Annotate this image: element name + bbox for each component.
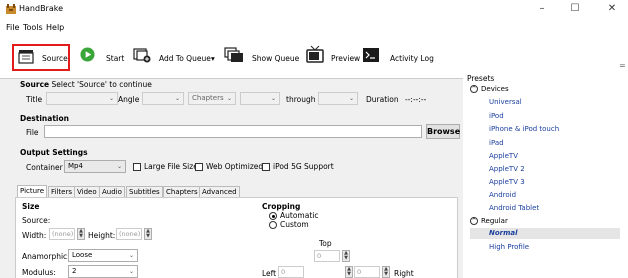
- preset-appletv-3[interactable]: AppleTV 3: [489, 178, 525, 186]
- modulus-select[interactable]: 2 ⌄: [68, 265, 138, 278]
- chapters-mode-value: Chapters: [192, 94, 224, 102]
- preview-tv-icon: [306, 45, 324, 63]
- modulus-label: Modulus:: [22, 268, 56, 277]
- source-hint: Select 'Source' to continue: [51, 80, 152, 89]
- show-queue-button[interactable]: Show Queue: [252, 54, 299, 63]
- close-button[interactable]: ✕: [598, 2, 626, 16]
- menu-bar: [0, 18, 628, 41]
- presets-heading: Presets: [467, 74, 495, 83]
- crop-automatic-radio[interactable]: [269, 212, 277, 220]
- chapters-mode-select[interactable]: Chapters ⌄: [188, 92, 236, 105]
- container-label: Container: [26, 163, 63, 172]
- activity-log-icon: [363, 48, 379, 62]
- height-input[interactable]: (none): [116, 228, 142, 240]
- presets-panel: [463, 70, 628, 278]
- show-queue-icon: [224, 47, 243, 62]
- width-label: Width:: [22, 231, 47, 240]
- crop-custom-label: Custom: [280, 220, 309, 229]
- handbrake-logo-icon: [6, 4, 16, 14]
- crop-right-label: Right: [394, 269, 414, 278]
- preset-ipod[interactable]: iPod: [489, 112, 504, 120]
- crop-custom-radio[interactable]: [269, 221, 277, 229]
- web-optimized-label: Web Optimized: [206, 162, 264, 171]
- chapter-start-select[interactable]: ⌄: [240, 92, 280, 105]
- start-button[interactable]: Start: [106, 54, 124, 63]
- large-file-size-label: Large File Size: [144, 162, 198, 171]
- preset-android-tablet[interactable]: Android Tablet: [489, 204, 539, 212]
- crop-top-input[interactable]: 0: [314, 250, 340, 262]
- web-optimized-checkbox[interactable]: [195, 163, 203, 171]
- destination-file-input[interactable]: [44, 125, 422, 138]
- ipod-5g-checkbox[interactable]: [262, 163, 270, 171]
- container-select[interactable]: Mp4 ⌄: [64, 160, 126, 173]
- preset-appletv-2[interactable]: AppleTV 2: [489, 165, 525, 173]
- devices-collapse-icon[interactable]: ^: [470, 85, 478, 93]
- anamorphic-label: Anamorphic:: [22, 252, 70, 261]
- add-to-queue-button[interactable]: Add To Queue: [159, 54, 211, 63]
- title-select[interactable]: ⌄: [46, 92, 118, 105]
- preset-category-regular[interactable]: Regular: [481, 217, 508, 225]
- menu-file[interactable]: File: [6, 23, 19, 32]
- ipod-5g-label: iPod 5G Support: [273, 162, 334, 171]
- browse-button[interactable]: Browse: [426, 124, 460, 139]
- through-label: through: [286, 95, 316, 104]
- title-label: Title: [26, 95, 43, 104]
- menu-tools[interactable]: Tools: [23, 23, 43, 32]
- size-heading: Size: [22, 202, 40, 211]
- height-stepper[interactable]: ▲ ▼: [144, 228, 152, 240]
- source-heading: Source: [20, 80, 50, 89]
- angle-select[interactable]: ⌄: [142, 92, 184, 105]
- cropping-heading: Cropping: [262, 202, 301, 211]
- modulus-value: 2: [72, 267, 77, 275]
- width-input[interactable]: (none): [49, 228, 75, 240]
- play-icon[interactable]: [80, 47, 95, 62]
- preset-normal[interactable]: Normal: [489, 229, 518, 237]
- clapperboard-icon: [18, 50, 34, 64]
- destination-heading: Destination: [20, 114, 69, 123]
- anamorphic-value: Loose: [72, 251, 93, 259]
- height-label: Height:: [88, 231, 116, 240]
- crop-right-stepper[interactable]: ▲ ▼: [382, 266, 390, 278]
- add-queue-icon: [133, 48, 151, 63]
- regular-collapse-icon[interactable]: ^: [470, 217, 478, 225]
- crop-top-stepper[interactable]: ▲ ▼: [342, 250, 350, 262]
- crop-left-label: Left: [262, 269, 277, 278]
- preset-appletv[interactable]: AppleTV: [489, 152, 518, 160]
- preset-ipad[interactable]: iPad: [489, 139, 504, 147]
- activity-log-button[interactable]: Activity Log: [390, 54, 434, 63]
- toolbar-overflow-icon[interactable]: =: [619, 61, 626, 70]
- preset-android[interactable]: Android: [489, 191, 516, 199]
- maximize-button[interactable]: ☐: [561, 2, 589, 16]
- chapter-end-select[interactable]: ⌄: [318, 92, 358, 105]
- source-label: Source: [42, 54, 68, 63]
- crop-automatic-label: Automatic: [280, 211, 319, 220]
- crop-left-stepper[interactable]: ▲ ▼: [345, 266, 353, 278]
- preset-category-devices[interactable]: Devices: [481, 85, 509, 93]
- file-label: File: [26, 128, 39, 137]
- duration-value: --:--:--: [405, 95, 427, 104]
- crop-right-input[interactable]: 0: [354, 266, 380, 278]
- preset-universal[interactable]: Universal: [489, 98, 522, 106]
- anamorphic-select[interactable]: Loose ⌄: [68, 249, 138, 262]
- source-size-label: Source:: [22, 216, 51, 225]
- duration-label: Duration: [366, 95, 399, 104]
- angle-label: Angle: [118, 95, 140, 104]
- preview-button[interactable]: Preview: [331, 54, 360, 63]
- crop-top-label: Top: [319, 239, 332, 248]
- crop-left-input[interactable]: 0: [278, 266, 304, 278]
- preset-high-profile[interactable]: High Profile: [489, 243, 529, 251]
- width-stepper[interactable]: ▲ ▼: [77, 228, 85, 240]
- output-settings-heading: Output Settings: [20, 148, 88, 157]
- minimize-button[interactable]: –: [528, 2, 556, 16]
- preset-iphone-ipod-touch[interactable]: iPhone & iPod touch: [489, 125, 559, 133]
- source-section: Source Select 'Source' to continue: [20, 80, 152, 89]
- container-value: Mp4: [68, 162, 83, 170]
- window-title: HandBrake: [19, 4, 64, 13]
- large-file-size-checkbox[interactable]: [133, 163, 141, 171]
- add-to-queue-dropdown-icon[interactable]: ▾: [211, 54, 215, 63]
- menu-help[interactable]: Help: [46, 23, 64, 32]
